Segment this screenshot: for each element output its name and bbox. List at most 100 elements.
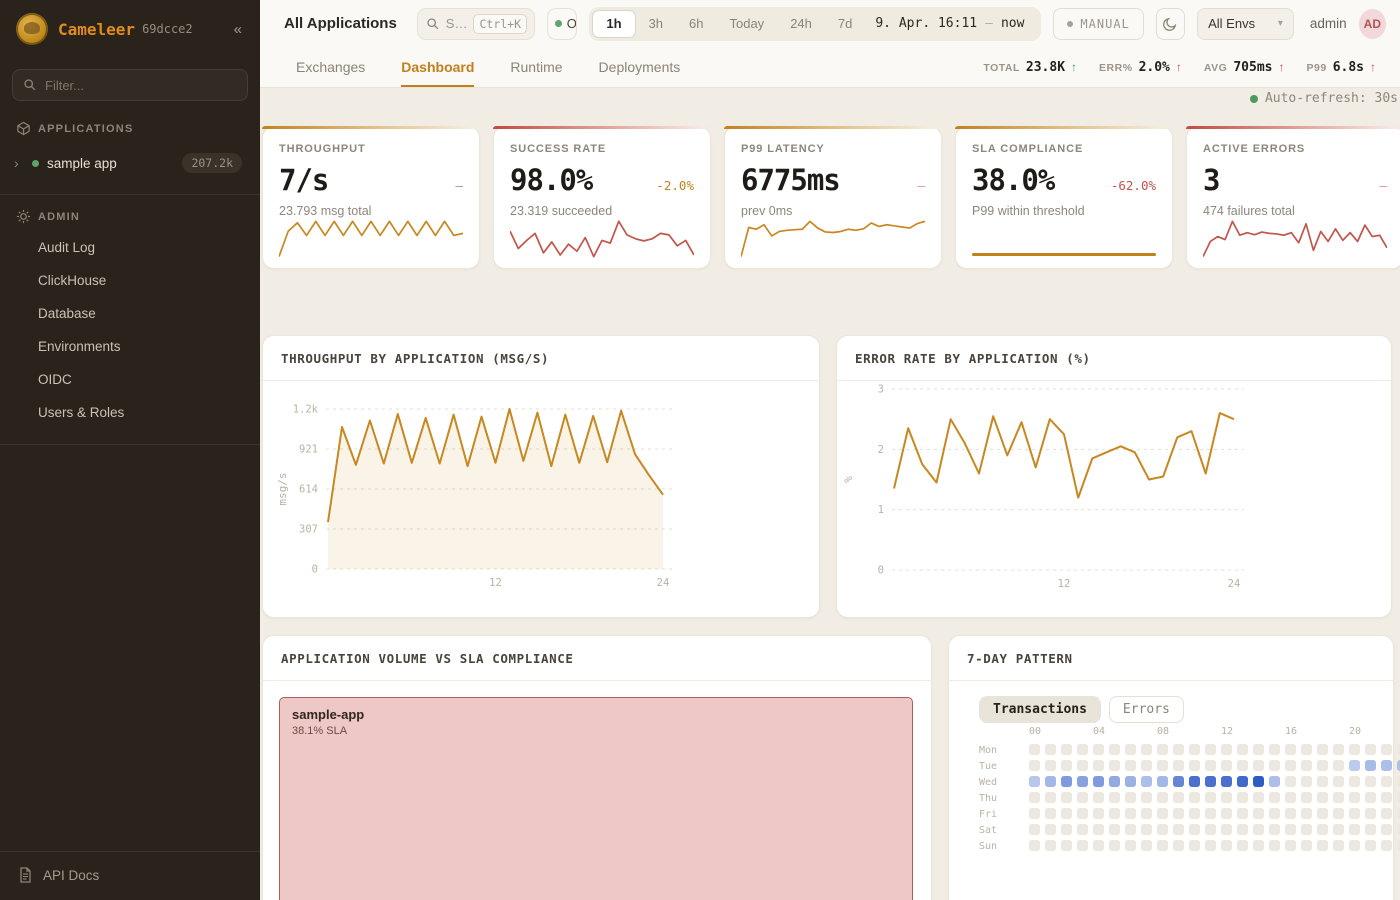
time-range-24h[interactable]: 24h [777, 10, 825, 38]
trend-arrow-icon: ↑ [1279, 60, 1285, 74]
heatmap-cell [1317, 760, 1328, 771]
heatmap-cell [1349, 840, 1360, 851]
sidebar-collapse-icon[interactable]: « [230, 19, 246, 40]
trend-arrow-icon: ↑ [1370, 60, 1376, 74]
time-range-6h[interactable]: 6h [676, 10, 716, 38]
tab-deployments[interactable]: Deployments [599, 47, 681, 87]
kpi-subtitle: 23.793 msg total [279, 204, 463, 218]
gear-icon [16, 209, 31, 224]
sidebar-item-audit-log[interactable]: Audit Log [0, 232, 260, 263]
heatmap-cell [1349, 744, 1360, 755]
tab-dashboard[interactable]: Dashboard [401, 47, 474, 87]
heatmap-cell [1221, 760, 1232, 771]
treemap-cell-sample-app[interactable]: sample-app 38.1% SLA [279, 697, 913, 900]
stat-label: P99 [1307, 62, 1327, 74]
stat-avg: AVG705ms↑ [1204, 60, 1285, 75]
treemap-card-volume-vs-sla: APPLICATION VOLUME VS SLA COMPLIANCE sam… [262, 635, 932, 900]
kpi-value: 7/s [279, 163, 328, 197]
tabs: Exchanges Dashboard Runtime Deployments [296, 47, 680, 87]
heatmap-cell [1285, 744, 1296, 755]
heatmap-cell [1269, 840, 1280, 851]
sidebar-filter[interactable] [12, 69, 248, 101]
time-range-3h[interactable]: 3h [636, 10, 676, 38]
seven-day-heatmap: 000408121620MonTueWedThuFriSatSun [979, 726, 1379, 861]
sidebar-item-oidc[interactable]: OIDC [0, 364, 260, 395]
heatmap-day-label: Wed [979, 777, 1009, 788]
toggle-transactions[interactable]: Transactions [979, 696, 1101, 723]
stat-err: ERR%2.0%↑ [1099, 60, 1182, 75]
heatmap-cell [1045, 808, 1056, 819]
heatmap-cell [1253, 824, 1264, 835]
heatmap-cell [1029, 840, 1040, 851]
time-range-today[interactable]: Today [716, 10, 777, 38]
heatmap-cell [1269, 760, 1280, 771]
heatmap-cell [1365, 744, 1376, 755]
cube-icon [16, 121, 31, 136]
heatmap-cell [1061, 744, 1072, 755]
heatmap-cell [1365, 824, 1376, 835]
heatmap-cell [1253, 760, 1264, 771]
app-status-dot [32, 160, 39, 167]
tab-runtime[interactable]: Runtime [510, 47, 562, 87]
sidebar-item-users-roles[interactable]: Users & Roles [0, 397, 260, 428]
sidebar-item-database[interactable]: Database [0, 298, 260, 329]
heatmap-hour-label: 00 [1029, 726, 1041, 737]
applications-label: APPLICATIONS [38, 123, 133, 135]
heatmap-cell [1093, 760, 1104, 771]
heatmap-hour-label: 16 [1285, 726, 1297, 737]
manual-refresh-button[interactable]: MANUAL [1053, 8, 1143, 40]
search-icon [23, 78, 37, 92]
time-range-7d[interactable]: 7d [825, 10, 865, 38]
sidebar-item-clickhouse[interactable]: ClickHouse [0, 265, 260, 296]
moon-icon [1162, 16, 1178, 32]
sidebar-divider [0, 194, 260, 195]
avatar[interactable]: AD [1359, 9, 1386, 39]
admin-section-header: ADMIN [0, 209, 260, 224]
page-title: All Applications [284, 15, 397, 32]
heatmap-day-label: Sun [979, 841, 1009, 852]
stat-value: 23.8K [1026, 60, 1065, 75]
time-range-control: 1h3h6hToday24h7d 9. Apr. 16:11 – now [589, 7, 1041, 41]
heatmap-day-label: Mon [979, 745, 1009, 756]
username-label: admin [1310, 16, 1347, 31]
heatmap-cell [1349, 824, 1360, 835]
kpi-title: SLA COMPLIANCE [972, 143, 1156, 155]
chart-title: 7-DAY PATTERN [967, 651, 1073, 666]
tab-exchanges[interactable]: Exchanges [296, 47, 365, 87]
kpi-value: 3 [1203, 163, 1219, 197]
card-accent [955, 126, 1173, 129]
sidebar-item-api-docs[interactable]: API Docs [0, 851, 260, 900]
filter-input[interactable] [45, 78, 215, 93]
heatmap-cell [1141, 808, 1152, 819]
svg-text:24: 24 [657, 577, 670, 589]
applications-section-header: APPLICATIONS [0, 121, 260, 136]
kpi-value: 6775ms [741, 163, 840, 197]
toggle-errors[interactable]: Errors [1109, 696, 1184, 723]
heatmap-cell [1253, 776, 1264, 787]
time-range-1h[interactable]: 1h [592, 10, 635, 38]
date-range-display[interactable]: 9. Apr. 16:11 – now [865, 16, 1038, 31]
heatmap-cell [1333, 744, 1344, 755]
heatmap-day-label: Sat [979, 825, 1009, 836]
admin-nav: Audit LogClickHouseDatabaseEnvironmentsO… [0, 230, 260, 428]
sidebar-item-environments[interactable]: Environments [0, 331, 260, 362]
heatmap-cell [1093, 840, 1104, 851]
dark-mode-toggle[interactable] [1156, 8, 1185, 40]
global-search[interactable]: S… Ctrl+K [417, 8, 535, 40]
app-name: sample app [47, 156, 117, 171]
connection-status-pill[interactable]: O [547, 8, 578, 40]
heatmap-cell [1077, 840, 1088, 851]
heatmap-cell [1029, 744, 1040, 755]
env-select[interactable]: All Envs ▾ [1197, 8, 1294, 40]
heatmap-cell [1301, 808, 1312, 819]
heatmap-cell [1045, 776, 1056, 787]
heatmap-cell [1333, 808, 1344, 819]
chevron-right-icon[interactable]: › [14, 155, 28, 171]
sidebar-item-sample-app[interactable]: › sample app 207.2k [8, 146, 252, 180]
heatmap-cell [1365, 808, 1376, 819]
chevron-down-icon: ▾ [1278, 18, 1283, 29]
heatmap-cell [1381, 760, 1392, 771]
svg-text:1.2k: 1.2k [293, 404, 319, 416]
heatmap-cell [1365, 792, 1376, 803]
heatmap-cell [1077, 760, 1088, 771]
